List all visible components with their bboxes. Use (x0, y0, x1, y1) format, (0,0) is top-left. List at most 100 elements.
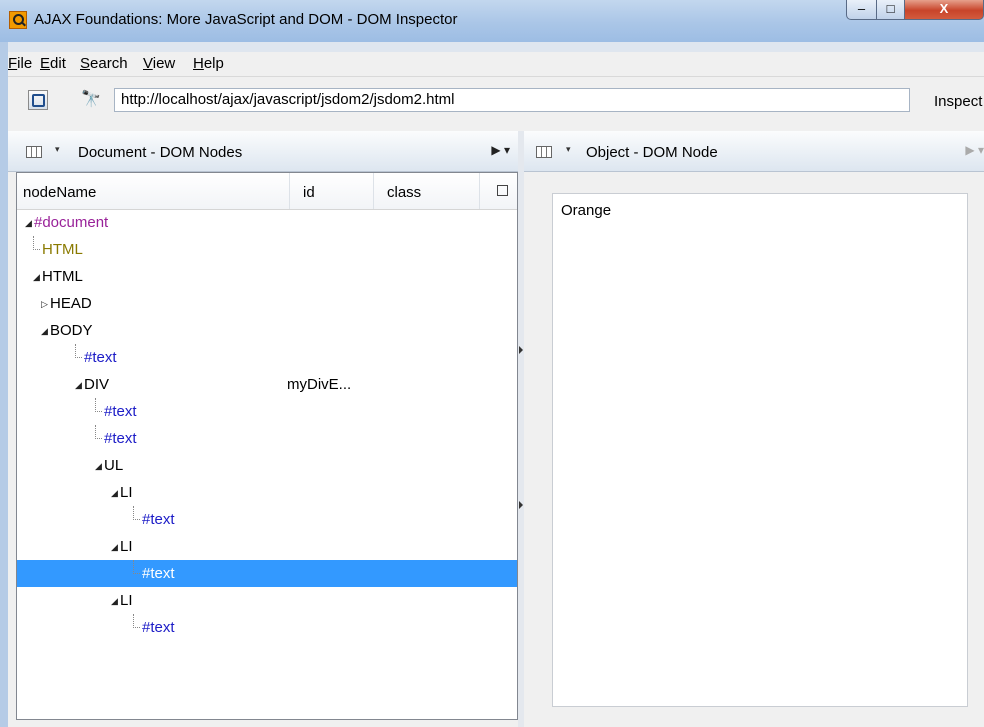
pane-menu-icon[interactable]: ▶ ▾ (965, 143, 984, 157)
tree-row[interactable]: ◢ LI (17, 533, 517, 560)
tree-node: ◢ DIV (75, 371, 109, 398)
collapse-twisty-icon[interactable]: ◢ (111, 534, 119, 561)
node-name: HTML (42, 268, 83, 285)
node-value-panel[interactable]: Orange (552, 193, 968, 707)
tree-connector-icon (33, 236, 40, 250)
column-class[interactable]: class (387, 184, 421, 201)
tree-node: ◢ LI (111, 479, 133, 506)
column-id[interactable]: id (303, 184, 315, 201)
node-name: LI (120, 538, 133, 555)
tree-node: ◢ HTML (33, 263, 83, 290)
node-name: HEAD (50, 295, 92, 312)
dom-inspector-app-icon (9, 11, 27, 29)
tree-connector-icon (95, 398, 102, 412)
node-name: #text (84, 349, 117, 366)
node-name: DIV (84, 376, 110, 393)
tree-row[interactable]: ▷ HEAD (17, 290, 517, 317)
tree-row[interactable]: ◢ HTML (17, 263, 517, 290)
tree-row[interactable]: ◢ #document (17, 209, 517, 236)
tree-row[interactable]: ◢ LI (17, 587, 517, 614)
collapse-twisty-icon[interactable]: ◢ (111, 588, 119, 615)
dom-nodes-pane-header: ▾ Document - DOM Nodes ▶ ▾ (8, 131, 518, 172)
tree-row[interactable]: ◢ BODY (17, 317, 517, 344)
maximize-button[interactable]: □ (876, 0, 905, 20)
node-name: #text (142, 511, 175, 528)
pane-title: Object - DOM Node (586, 144, 718, 161)
tree-row[interactable]: ◢ LI (17, 479, 517, 506)
window-title: AJAX Foundations: More JavaScript and DO… (34, 11, 458, 28)
node-name: UL (104, 457, 124, 474)
tree-node: HTML (33, 236, 83, 263)
splitter-grip-icon[interactable] (519, 501, 523, 509)
toolbar: 🔭 http://localhost/ajax/javascript/jsdom… (8, 77, 984, 131)
menu-bar: File Edit Search View Help (8, 52, 984, 77)
node-id-cell: myDivE... (287, 376, 352, 393)
tree-node: ◢ LI (111, 533, 133, 560)
menu-help[interactable]: Help (193, 55, 224, 72)
tree-node: ◢ LI (111, 587, 133, 614)
viewer-list-icon[interactable] (536, 146, 552, 158)
viewer-list-icon[interactable] (26, 146, 42, 158)
menu-edit[interactable]: Edit (40, 55, 66, 72)
node-name: #text (104, 430, 137, 447)
viewer-dropdown-icon[interactable]: ▾ (566, 144, 571, 155)
node-name: #text (142, 619, 175, 636)
splitter-grip-icon[interactable] (519, 346, 523, 354)
tree-row[interactable]: #text (17, 425, 517, 452)
tree-connector-icon (133, 560, 140, 574)
tree-row[interactable]: ◢ UL (17, 452, 517, 479)
viewer-dropdown-icon[interactable]: ▾ (55, 144, 60, 155)
tree-node: ◢ UL (95, 452, 123, 479)
collapse-twisty-icon[interactable]: ◢ (41, 318, 49, 345)
tree-node: #text (133, 506, 175, 533)
tree-connector-icon (133, 614, 140, 628)
tree-row[interactable]: #text (17, 614, 517, 641)
node-name: #document (34, 214, 109, 231)
menu-search[interactable]: Search (80, 55, 128, 72)
node-name: HTML (42, 241, 83, 258)
tree-row[interactable]: #text (17, 344, 517, 371)
tree-row[interactable]: #text (17, 398, 517, 425)
binoculars-icon[interactable]: 🔭 (81, 91, 101, 109)
pane-menu-icon[interactable]: ▶ ▾ (491, 143, 510, 157)
collapse-twisty-icon[interactable]: ◢ (75, 372, 83, 399)
tree-node: #text (133, 614, 175, 641)
expand-twisty-icon[interactable]: ▷ (41, 291, 49, 318)
minimize-button[interactable]: – (846, 0, 877, 20)
collapse-twisty-icon[interactable]: ◢ (111, 480, 119, 507)
tree-row[interactable]: #text (17, 506, 517, 533)
collapse-twisty-icon[interactable]: ◢ (33, 264, 41, 291)
column-divider[interactable] (479, 173, 480, 209)
url-input[interactable]: http://localhost/ajax/javascript/jsdom2/… (114, 88, 910, 112)
tree-node: #text (95, 398, 137, 425)
tree-connector-icon (95, 425, 102, 439)
tree-node: #text (75, 344, 117, 371)
collapse-twisty-icon[interactable]: ◢ (25, 210, 33, 237)
inspect-element-icon[interactable] (28, 90, 48, 110)
node-value-text: Orange (561, 202, 612, 219)
collapse-twisty-icon[interactable]: ◢ (95, 453, 103, 480)
tree-row[interactable]: #text (17, 560, 517, 587)
tree-row[interactable]: HTML (17, 236, 517, 263)
menu-file[interactable]: File (8, 55, 32, 72)
column-nodename[interactable]: nodeName (23, 184, 96, 201)
node-name: LI (120, 592, 133, 609)
tree-connector-icon (133, 506, 140, 520)
node-name: #text (104, 403, 137, 420)
pane-title: Document - DOM Nodes (78, 144, 243, 161)
tree-node: ◢ BODY (41, 317, 93, 344)
tree-node: ▷ HEAD (41, 290, 92, 317)
close-button[interactable]: X (904, 0, 984, 20)
column-picker-icon[interactable] (497, 185, 508, 196)
node-name: #text (142, 565, 175, 582)
dom-tree[interactable]: nodeName id class ◢ #document HTML ◢ HTML ▷ HE… (16, 172, 518, 720)
inspect-button[interactable]: Inspect (934, 93, 982, 110)
tree-node: ◢ #document (25, 209, 108, 236)
menu-view[interactable]: View (143, 55, 175, 72)
tree-connector-icon (75, 344, 82, 358)
column-divider[interactable] (373, 173, 374, 209)
node-name: BODY (50, 322, 93, 339)
tree-node: #text (95, 425, 137, 452)
column-divider[interactable] (289, 173, 290, 209)
tree-row[interactable]: ◢ DIV myDivE... (17, 371, 517, 398)
